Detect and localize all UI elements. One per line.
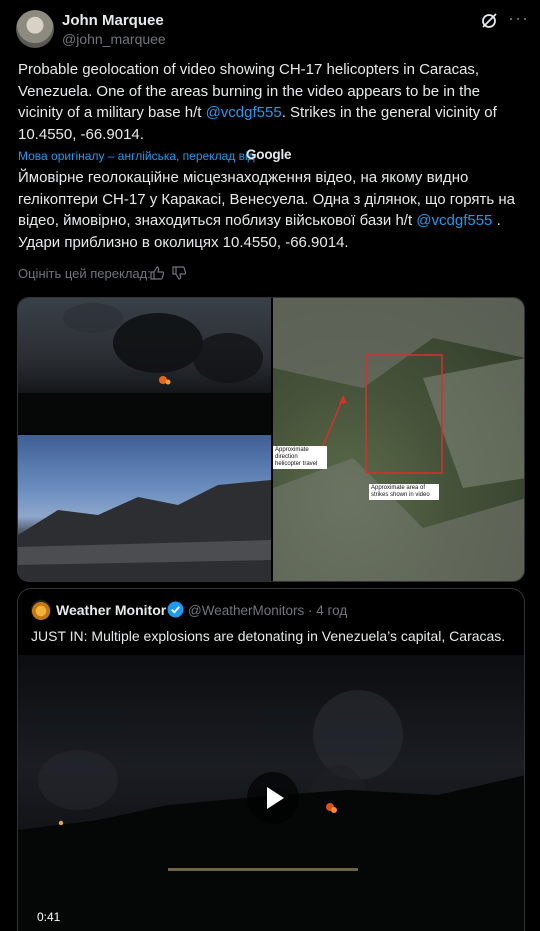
- rate-translation-label: Оцініть цей переклад:: [18, 266, 151, 281]
- direction-label: Approximate direction helicopter travel: [273, 446, 327, 469]
- author-handle[interactable]: @john_marquee: [62, 31, 166, 47]
- post-header: John Marquee @john_marquee ···: [16, 9, 528, 50]
- quoted-text: JUST IN: Multiple explosions are detonat…: [31, 628, 506, 644]
- video-duration: 0:41: [37, 910, 61, 924]
- mention-link[interactable]: @vcdgf555: [416, 212, 492, 229]
- satellite-map[interactable]: Approximate direction helicopter travel …: [273, 298, 524, 581]
- play-button[interactable]: [247, 772, 299, 824]
- post-text: Probable geolocation of video showing CH…: [18, 61, 497, 143]
- thumb-up-icon[interactable]: [150, 266, 164, 280]
- media-grid: Approximate direction helicopter travel …: [17, 297, 525, 582]
- video-player[interactable]: 0:41: [18, 655, 524, 931]
- translation-source-label: Мова оригіналу – англійська, переклад ві…: [18, 149, 255, 163]
- verified-badge-icon: [167, 601, 184, 618]
- quoted-post[interactable]: Weather Monitor @WeatherMonitors · 4 год…: [17, 588, 525, 931]
- night-fire-photo[interactable]: [18, 298, 271, 433]
- more-options-icon[interactable]: ···: [508, 9, 528, 30]
- grok-icon[interactable]: [480, 12, 498, 30]
- translated-text: Ймовірне геолокаційне місцезнаходження в…: [18, 169, 515, 251]
- quoted-handle-time: @WeatherMonitors · 4 год: [188, 603, 348, 618]
- thumb-down-icon[interactable]: [172, 266, 186, 280]
- author-name[interactable]: John Marquee: [62, 12, 164, 29]
- quoted-avatar[interactable]: [31, 600, 51, 620]
- author-avatar[interactable]: [16, 10, 54, 48]
- mention-link[interactable]: @vcdgf555: [206, 104, 282, 121]
- hills-render-photo[interactable]: [18, 435, 271, 581]
- strikes-label: Approximate area of strikes shown in vid…: [369, 484, 439, 500]
- google-logo: Google: [246, 147, 292, 162]
- quoted-name[interactable]: Weather Monitor: [56, 602, 166, 618]
